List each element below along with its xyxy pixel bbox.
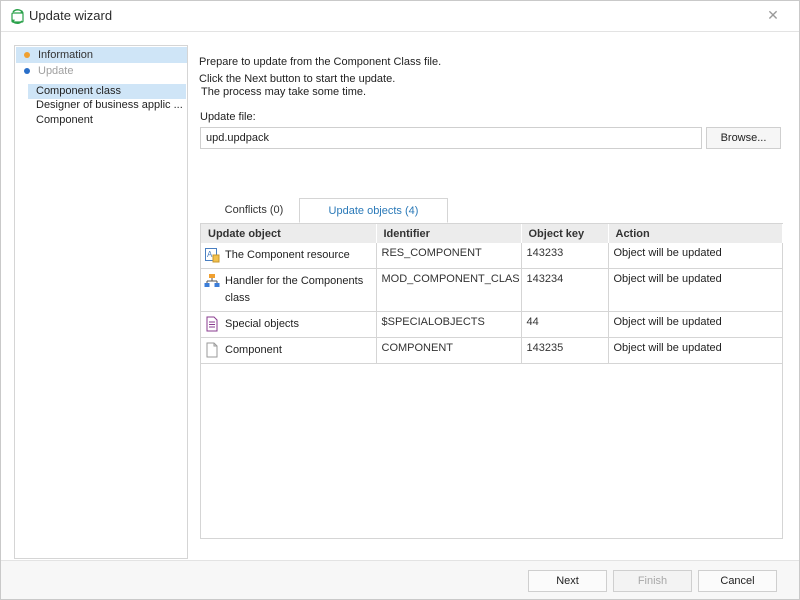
table-row[interactable]: Special objects $SPECIALOBJECTS 44 Objec…: [201, 311, 783, 338]
step-label: Update: [38, 65, 74, 77]
object-key-cell: 143234: [521, 268, 609, 312]
resource-icon: A: [205, 248, 220, 263]
update-wizard-window: Update wizard ✕ Information Update Compo…: [0, 0, 800, 600]
svg-text:A: A: [207, 250, 213, 259]
special-objects-icon: [206, 316, 218, 332]
steps-sidebar: Information Update Component class Desig…: [14, 45, 188, 559]
tab-strip: Conflicts (0) Update objects (4): [200, 198, 783, 223]
main-panel: Prepare to update from the Component Cla…: [198, 32, 788, 560]
column-header[interactable]: Update object: [201, 224, 377, 243]
object-cell: Handler for the Components class: [201, 268, 377, 312]
handler-hierarchy-icon: [204, 274, 220, 287]
wizard-body: Information Update Component class Desig…: [1, 32, 799, 560]
step-label: Information: [38, 49, 94, 61]
table-row[interactable]: A The Component resource RES_COMPONENT 1…: [201, 243, 783, 269]
object-name: Special objects: [225, 318, 299, 330]
object-cell: Component: [201, 337, 377, 364]
object-cell: Special objects: [201, 311, 377, 338]
object-key-cell: 143235: [521, 337, 609, 364]
tab-update-objects[interactable]: Update objects (4): [299, 198, 448, 223]
object-key-cell: 143233: [521, 243, 609, 269]
action-cell: Object will be updated: [608, 268, 783, 312]
cancel-button[interactable]: Cancel: [698, 570, 777, 592]
description-line: Prepare to update from the Component Cla…: [199, 56, 442, 68]
close-icon[interactable]: ✕: [765, 7, 781, 23]
object-cell: A The Component resource: [201, 243, 377, 269]
step-status-dot-icon: [24, 52, 30, 58]
object-key-cell: 44: [521, 311, 609, 338]
title-bar: Update wizard ✕: [1, 1, 799, 32]
update-objects-table: Update object Identifier Object key Acti…: [200, 223, 783, 539]
identifier-cell: COMPONENT: [376, 337, 522, 364]
update-file-label: Update file:: [200, 111, 256, 123]
next-button[interactable]: Next: [528, 570, 607, 592]
action-cell: Object will be updated: [608, 243, 783, 269]
description-line: Click the Next button to start the updat…: [199, 73, 396, 85]
object-name: Handler for the Components class: [225, 275, 364, 304]
identifier-cell: MOD_COMPONENT_CLAS: [376, 268, 522, 312]
column-header[interactable]: Object key: [521, 224, 609, 243]
update-file-input[interactable]: [200, 127, 702, 149]
wizard-footer: Next Finish Cancel: [1, 560, 799, 599]
finish-button[interactable]: Finish: [613, 570, 692, 592]
column-header[interactable]: Identifier: [376, 224, 522, 243]
tab-conflicts[interactable]: Conflicts (0): [210, 198, 298, 223]
action-cell: Object will be updated: [608, 311, 783, 338]
table-row[interactable]: Component COMPONENT 143235 Object will b…: [201, 337, 783, 364]
description-line: The process may take some time.: [201, 86, 367, 98]
identifier-cell: RES_COMPONENT: [376, 243, 522, 269]
substep-designer[interactable]: Designer of business applic ...: [28, 98, 186, 113]
browse-button[interactable]: Browse...: [706, 127, 781, 149]
step-update[interactable]: Update: [16, 63, 187, 79]
update-refresh-icon: [11, 9, 24, 24]
table-row[interactable]: Handler for the Components class MOD_COM…: [201, 268, 783, 312]
identifier-cell: $SPECIALOBJECTS: [376, 311, 522, 338]
substep-component-class[interactable]: Component class: [28, 84, 186, 99]
action-cell: Object will be updated: [608, 337, 783, 364]
document-icon: [206, 342, 218, 358]
table-header-row: Update object Identifier Object key Acti…: [201, 224, 783, 243]
object-name: Component: [225, 344, 282, 356]
object-name: The Component resource: [225, 249, 350, 261]
step-information[interactable]: Information: [16, 47, 187, 63]
substep-component[interactable]: Component: [28, 113, 186, 128]
window-title: Update wizard: [29, 8, 113, 23]
step-status-dot-icon: [24, 68, 30, 74]
column-header[interactable]: Action: [608, 224, 783, 243]
